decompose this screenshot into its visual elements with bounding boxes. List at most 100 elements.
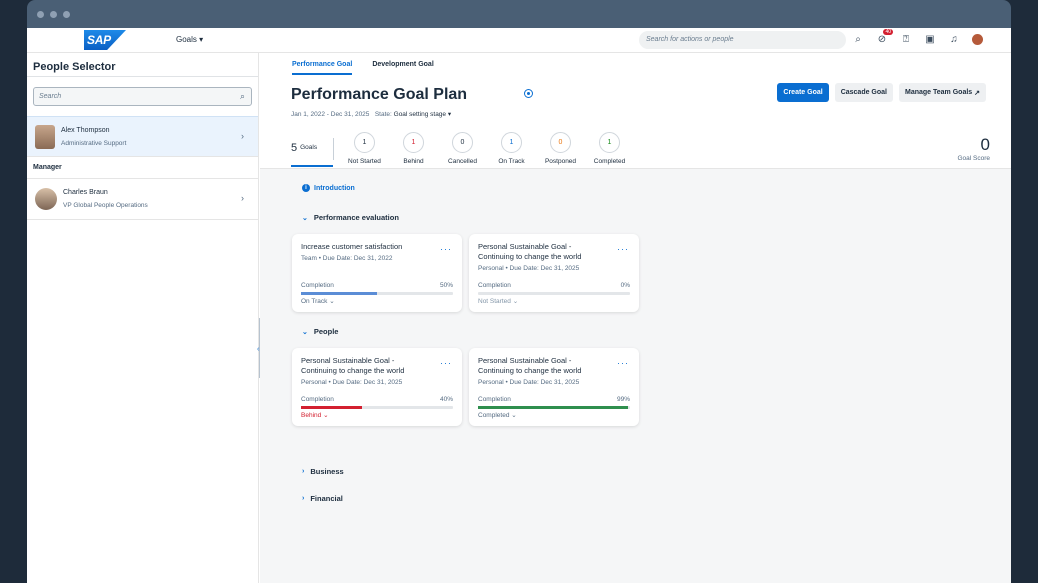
user-avatar[interactable]: [972, 33, 983, 45]
sap-logo[interactable]: SAP: [84, 30, 126, 50]
chevron-right-icon: ›: [302, 468, 305, 475]
help-icon[interactable]: ⍰: [900, 33, 912, 45]
create-goal-button[interactable]: Create Goal: [777, 83, 829, 102]
counter-not-started[interactable]: 1 Not Started: [340, 132, 389, 165]
chevron-down-icon: ⌄: [302, 328, 308, 336]
window-close-dot[interactable]: [37, 10, 44, 18]
state-label: State:: [374, 111, 392, 118]
progress-bar: [478, 406, 630, 409]
progress-fill: [478, 406, 629, 409]
goal-card[interactable]: Increase customer satisfaction Team • Du…: [292, 234, 462, 312]
manager-section-label: Manager: [27, 157, 258, 179]
plan-switch-icon[interactable]: [524, 89, 533, 98]
counter-divider: [333, 138, 334, 160]
progress-bar: [478, 292, 630, 295]
goal-meta: Personal • Due Date: Dec 31, 2025: [301, 379, 403, 387]
info-icon: i: [302, 184, 310, 192]
person-name: Alex Thompson: [61, 126, 110, 134]
notification-badge: 40: [883, 29, 893, 35]
plan-subline: Jan 1, 2022 - Dec 31, 2025 State: Goal s…: [291, 110, 451, 118]
goal-status-select[interactable]: On Track ⌄: [301, 297, 335, 305]
cascade-goal-button[interactable]: Cascade Goal: [834, 83, 893, 102]
group-performance-evaluation[interactable]: ⌄ Performance evaluation: [302, 213, 399, 222]
goals-menu[interactable]: Goals ▾: [176, 35, 203, 44]
person-photo: [35, 188, 57, 210]
manage-team-goals-button[interactable]: Manage Team Goals ↗: [899, 83, 986, 102]
search-icon[interactable]: ⌕: [240, 91, 245, 102]
header-actions: Create Goal Cascade Goal Manage Team Goa…: [777, 83, 986, 102]
goal-card[interactable]: Personal Sustainable Goal - Continuing t…: [469, 348, 639, 426]
introduction-link[interactable]: i Introduction: [302, 184, 355, 192]
window-chrome: [27, 0, 1011, 28]
chevron-down-icon: ▾: [447, 111, 452, 118]
main-content: Performance Goal Development Goal Perfor…: [260, 53, 1011, 583]
goal-card[interactable]: Personal Sustainable Goal - Continuing t…: [292, 348, 462, 426]
search-icon[interactable]: ⌕: [852, 33, 864, 45]
goals-count[interactable]: 5 Goals: [291, 132, 333, 167]
state-value[interactable]: Goal setting stage ▾: [394, 111, 451, 118]
tab-performance-goal[interactable]: Performance Goal: [292, 53, 353, 75]
person-item-selected[interactable]: Alex Thompson Administrative Support ›: [27, 116, 258, 157]
more-options-icon[interactable]: ···: [440, 358, 452, 368]
counter-value: 1: [501, 132, 522, 153]
goal-status-select[interactable]: Completed ⌄: [478, 411, 517, 419]
goal-status-select[interactable]: Not Started ⌄: [478, 297, 518, 305]
shell-icons: ⌕ ⊘ 40 ⍰ ▣ ♫: [852, 29, 983, 45]
browser-window: SAP Goals ▾ Search for actions or people…: [27, 0, 1011, 583]
window-minimize-dot[interactable]: [50, 10, 57, 18]
goal-progress: Completion 50%: [301, 282, 453, 295]
counter-value: 1: [599, 132, 620, 153]
goal-progress: Completion 99%: [478, 396, 630, 409]
todo-icon[interactable]: ⊘ 40: [876, 29, 893, 45]
goal-name: Increase customer satisfaction: [301, 242, 403, 251]
counter-behind[interactable]: 1 Behind: [389, 132, 438, 165]
more-options-icon[interactable]: ···: [617, 244, 629, 254]
goal-tabs: Performance Goal Development Goal: [292, 53, 434, 75]
chevron-right-icon: ›: [241, 131, 244, 141]
group-people[interactable]: ⌄ People: [302, 327, 338, 336]
group-financial[interactable]: › Financial: [302, 494, 343, 503]
more-options-icon[interactable]: ···: [440, 244, 452, 254]
chevron-right-icon: ›: [241, 193, 244, 203]
goal-meta: Personal • Due Date: Dec 31, 2025: [478, 265, 580, 273]
group-business[interactable]: › Business: [302, 467, 344, 476]
goal-name: Personal Sustainable Goal - Continuing t…: [301, 356, 405, 376]
progress-fill: [301, 292, 377, 295]
person-photo: [35, 124, 55, 149]
counter-cancelled[interactable]: 0 Cancelled: [438, 132, 487, 165]
chevron-down-icon: ⌄: [329, 298, 335, 305]
person-item-manager[interactable]: Charles Braun VP Global People Operation…: [27, 179, 258, 220]
search-wrap: Search ⌕: [27, 77, 258, 116]
goal-progress: Completion 40%: [301, 396, 453, 409]
people-selector-panel: People Selector Search ⌕ Alex Thompson Ad…: [27, 53, 259, 583]
chevron-left-icon: ‹: [257, 346, 260, 353]
person-role: Administrative Support: [61, 139, 127, 147]
more-options-icon[interactable]: ···: [617, 358, 629, 368]
apps-icon[interactable]: ▣: [924, 33, 936, 45]
goal-meta: Team • Due Date: Dec 31, 2022: [301, 255, 393, 263]
date-range: Jan 1, 2022 - Dec 31, 2025: [291, 111, 370, 118]
app: SAP Goals ▾ Search for actions or people…: [27, 28, 1011, 583]
chevron-down-icon: ⌄: [302, 214, 308, 222]
counter-completed[interactable]: 1 Completed: [585, 132, 634, 165]
goal-meta: Personal • Due Date: Dec 31, 2025: [478, 379, 580, 387]
shell-bar: SAP Goals ▾ Search for actions or people…: [27, 28, 1011, 53]
chevron-down-icon: ⌄: [511, 412, 517, 419]
window-maximize-dot[interactable]: [63, 10, 70, 18]
person-role: VP Global People Operations: [63, 202, 148, 209]
people-search-input[interactable]: Search ⌕: [33, 87, 252, 106]
goal-name: Personal Sustainable Goal - Continuing t…: [478, 356, 582, 376]
tab-development-goal[interactable]: Development Goal: [372, 53, 433, 75]
progress-bar: [301, 406, 453, 409]
chevron-down-icon: ▾: [199, 35, 204, 44]
external-link-icon: ↗: [974, 89, 980, 97]
bell-icon[interactable]: ♫: [948, 33, 960, 45]
global-search-input[interactable]: Search for actions or people: [639, 31, 846, 49]
goal-progress: Completion 0%: [478, 282, 630, 295]
panel-title: People Selector: [27, 53, 258, 77]
counter-postponed[interactable]: 0 Postponed: [536, 132, 585, 165]
counter-on-track[interactable]: 1 On Track: [487, 132, 536, 165]
goal-card[interactable]: Personal Sustainable Goal - Continuing t…: [469, 234, 639, 312]
goal-status-select[interactable]: Behind ⌄: [301, 411, 329, 419]
chevron-right-icon: ›: [302, 495, 305, 502]
